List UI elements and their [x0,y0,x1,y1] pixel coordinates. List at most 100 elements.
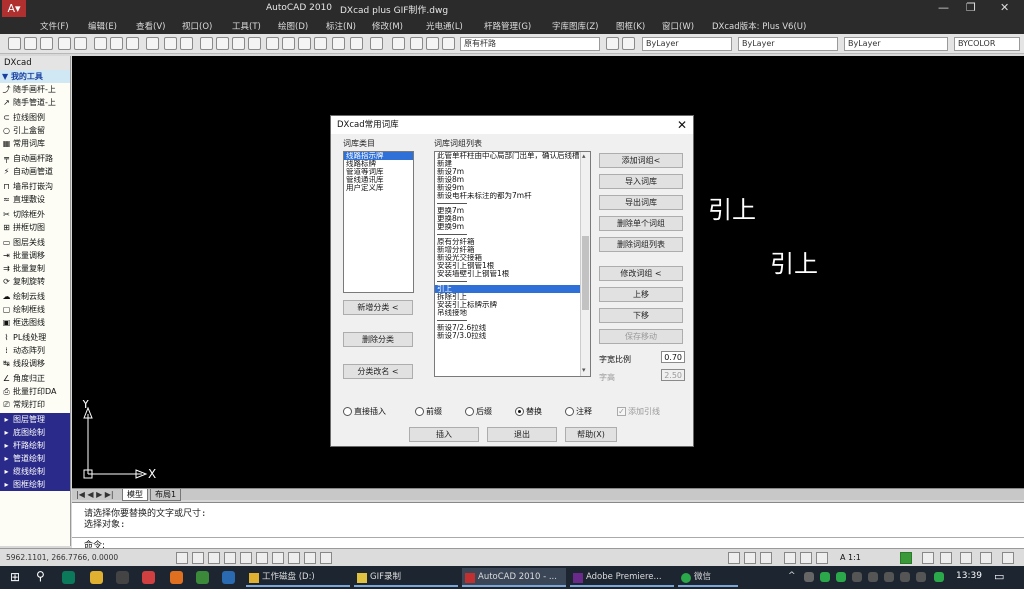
tool-item[interactable]: ⌇ PL线处理 [0,331,70,344]
tool-item[interactable]: ⚡ 自动画管道 [0,165,70,178]
char-height-input[interactable]: 2.50 [661,369,685,381]
volume-icon[interactable] [916,572,926,582]
mode-direct-insert[interactable]: 直接插入 [343,406,386,417]
layer-previous-icon[interactable] [622,37,635,50]
taskbar-app-autocad[interactable]: AutoCAD 2010 - ... [462,568,566,587]
pinned-app-icon[interactable] [196,571,209,584]
phrase-item[interactable]: 引上 [435,285,590,293]
zoom-status-icon[interactable] [800,552,812,564]
phrase-listbox[interactable]: 此管单杆柱由中心局部门出单，确认后线槽 新建 新设7m 新设8m 新设9m 新设电杆未标注… [434,151,591,377]
phrase-item[interactable]: 新增分纤箱 [435,246,590,254]
mode-suffix[interactable]: 后缀 [465,406,492,417]
auto-scale-icon[interactable] [940,552,952,564]
copy-icon[interactable] [110,37,123,50]
mode-prefix[interactable]: 前缀 [415,406,442,417]
edge-browser-icon[interactable] [222,571,235,584]
layer-combo[interactable]: 原有杆路 [460,37,600,51]
mode-replace[interactable]: 替换 [515,406,542,417]
category-item[interactable]: 管道等词库 [344,168,413,176]
lineweight-toggle-icon[interactable] [304,552,316,564]
otrack-toggle-icon[interactable] [256,552,268,564]
layer-manager-icon[interactable] [392,37,405,50]
tool-item[interactable]: ⇥ 批量调移 [0,249,70,262]
zoom-realtime-icon[interactable] [216,37,229,50]
color-combo[interactable]: ByLayer [642,37,732,51]
tool-item[interactable]: ⤴ 随手画杆-上 [0,83,70,96]
ortho-toggle-icon[interactable] [208,552,220,564]
exit-button[interactable]: 退出 [487,427,557,442]
isolate-objects-icon[interactable] [980,552,992,564]
phrase-item[interactable]: 更换8m [435,215,590,223]
menu-view[interactable]: 查看(V) [136,20,165,32]
tool-item[interactable]: ⊞ 拼框切图 [0,221,70,234]
tray-chevron-icon[interactable]: ^ [788,571,796,581]
tool-item[interactable]: ╤ 自动画杆路 [0,152,70,165]
menu-pole-route[interactable]: 杆路管理(G) [484,20,531,32]
layer-lock-icon[interactable] [442,37,455,50]
save-icon[interactable] [40,37,53,50]
ime-icon[interactable] [934,572,944,582]
zoom-extents-icon[interactable] [314,37,327,50]
menu-window[interactable]: 窗口(W) [662,20,694,32]
tool-item[interactable]: ⇉ 批量复制 [0,262,70,275]
phrase-list-scrollbar[interactable]: ▴ ▾ [580,152,590,376]
help-button[interactable]: 帮助(X) [565,427,617,442]
tool-item[interactable]: ⊓ 墙吊打嵌沟 [0,180,70,193]
menu-viewport[interactable]: 视口(O) [182,20,212,32]
zoom-all-icon[interactable] [298,37,311,50]
pinned-app-icon[interactable] [62,571,75,584]
close-window-button[interactable]: ✕ [1000,1,1009,14]
phrase-item[interactable]: 新设7/2.6拉线 [435,324,590,332]
phrase-item[interactable]: 新设9m [435,184,590,192]
move-up-button[interactable]: 上移 [599,287,683,302]
linetype-combo[interactable]: ByLayer [738,37,838,51]
phrase-item[interactable]: 新设7/3.0拉线 [435,332,590,340]
tool-item[interactable]: ↹ 线段调移 [0,357,70,370]
pinned-app-icon[interactable] [170,571,183,584]
insert-button[interactable]: 插入 [409,427,479,442]
save-move-button[interactable]: 保存移动 [599,329,683,344]
tool-item[interactable]: ≈ 直埋敷设 [0,193,70,206]
menu-tools[interactable]: 工具(T) [232,20,261,32]
tool-section-header[interactable]: ▸ 底图绘制 [0,426,70,439]
menu-guangdiantong[interactable]: 光电通(L) [426,20,463,32]
tray-app-icon[interactable] [836,572,846,582]
taskbar-app-gif-recorder[interactable]: GIF录制 [354,568,458,587]
lineweight-combo[interactable]: ByLayer [844,37,948,51]
tool-section-header[interactable]: ▸ 管道绘制 [0,452,70,465]
category-item[interactable]: 线路指示牌 [344,152,413,160]
zoom-out-icon[interactable] [282,37,295,50]
pan-status-icon[interactable] [784,552,796,564]
menu-draw[interactable]: 绘图(D) [278,20,308,32]
steering-wheel-icon[interactable] [816,552,828,564]
tool-item[interactable]: ○ 引上盒留 [0,124,70,137]
design-center-icon[interactable] [350,37,363,50]
tool-item[interactable]: ∠ 角度归正 [0,372,70,385]
autocad-logo-icon[interactable]: A▾ [2,0,26,17]
tool-item[interactable]: ☁ 绘制云线 [0,290,70,303]
add-category-button[interactable]: 新增分类 < [343,300,413,315]
taskbar-clock[interactable]: 13:39 [956,571,982,581]
layer-freeze-icon[interactable] [426,37,439,50]
tray-app-icon[interactable] [884,572,894,582]
windows-start-icon[interactable]: ⊞ [10,570,20,584]
osnap-toggle-icon[interactable] [240,552,252,564]
tray-app-icon[interactable] [852,572,862,582]
match-properties-icon[interactable] [146,37,159,50]
tool-item[interactable]: ▦ 常用词库 [0,137,70,150]
dyn-toggle-icon[interactable] [288,552,300,564]
print-icon[interactable] [58,37,71,50]
tool-item[interactable]: ▢ 绘制框线 [0,303,70,316]
modify-phrase-button[interactable]: 修改词组 < [599,266,683,281]
dialog-close-icon[interactable]: ✕ [677,118,687,132]
cut-icon[interactable] [94,37,107,50]
tray-app-icon[interactable] [868,572,878,582]
file-explorer-icon[interactable] [90,571,103,584]
minimize-button[interactable]: — [938,1,949,14]
canvas-text-label[interactable]: 引上 [770,244,818,279]
make-current-layer-icon[interactable] [606,37,619,50]
properties-icon[interactable] [332,37,345,50]
import-library-button[interactable]: 导入词库 [599,174,683,189]
search-icon[interactable]: ⚲ [36,569,45,583]
workspace-switch-icon[interactable] [900,552,912,564]
